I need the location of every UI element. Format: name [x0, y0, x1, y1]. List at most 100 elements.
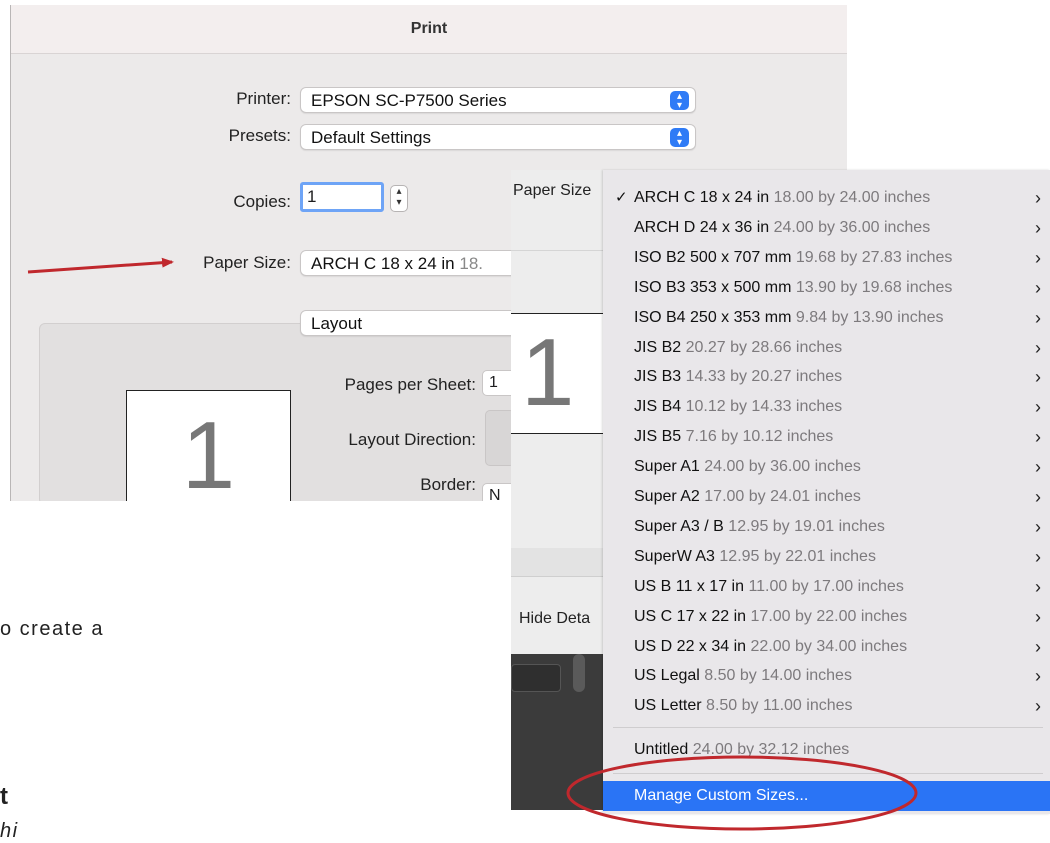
overlay-preview-number: 1 — [521, 319, 575, 426]
menu-item-name: JIS B4 — [634, 398, 682, 415]
menu-separator — [613, 727, 1043, 728]
menu-item-dims: 9.84 by 13.90 inches — [795, 309, 944, 326]
menu-item-dims: 17.00 by 24.01 inches — [704, 488, 861, 505]
menu-item-name: JIS B2 — [634, 339, 682, 356]
chevron-right-icon: › — [1035, 188, 1041, 208]
menu-item-dims: 24.00 by 36.00 inches — [773, 219, 931, 236]
paper-size-menu: ✓ ARCH C 18 x 24 in 18.00 by 24.00 inches… — [603, 170, 1050, 814]
menu-item-dims: 22.00 by 34.00 inches — [750, 638, 908, 655]
copies-label: Copies: — [233, 192, 291, 211]
paper-size-menu-item[interactable]: ✓US B 11 x 17 in 11.00 by 17.00 inches› — [603, 572, 1050, 602]
overlay-print-window: Paper Size 1 Hide Deta — [511, 170, 603, 810]
page-text-fragment-create: o create a — [0, 618, 104, 640]
paper-size-menu-item[interactable]: ✓ISO B2 500 x 707 mm 19.68 by 27.83 inch… — [603, 243, 1050, 273]
menu-item-name: SuperW A3 — [634, 548, 715, 565]
chevron-right-icon: › — [1035, 457, 1041, 477]
menu-item-dims: 12.95 by 22.01 inches — [719, 548, 876, 565]
hide-details-button[interactable]: Hide Deta — [519, 610, 590, 628]
chevron-right-icon: › — [1035, 607, 1041, 627]
paper-size-menu-item[interactable]: ✓Super A3 / B 12.95 by 19.01 inches› — [603, 512, 1050, 542]
paper-size-menu-item[interactable]: ✓ISO B3 353 x 500 mm 13.90 by 19.68 inch… — [603, 273, 1050, 303]
paper-size-menu-item[interactable]: ✓Super A1 24.00 by 36.00 inches› — [603, 452, 1050, 482]
chevron-right-icon: › — [1035, 338, 1041, 358]
menu-item-name: JIS B3 — [634, 368, 682, 385]
chevron-right-icon: › — [1035, 696, 1041, 716]
paper-size-menu-item[interactable]: ✓Super A2 17.00 by 24.01 inches› — [603, 482, 1050, 512]
menu-item-dims: 24.00 by 36.00 inches — [704, 458, 861, 475]
menu-item-name: ISO B2 500 x 707 mm — [634, 249, 792, 266]
paper-size-menu-item[interactable]: ✓JIS B3 14.33 by 20.27 inches› — [603, 362, 1050, 392]
border-label: Border: — [420, 475, 476, 494]
paper-size-menu-item[interactable]: ✓US Letter 8.50 by 11.00 inches› — [603, 691, 1050, 721]
copies-field[interactable]: 1 — [300, 182, 384, 212]
menu-item-name: Untitled — [634, 741, 689, 758]
menu-item-dims: 19.68 by 27.83 inches — [795, 249, 953, 266]
printer-popup[interactable]: EPSON SC-P7500 Series ▴ ▾ — [300, 87, 696, 113]
paper-size-menu-item[interactable]: ✓US D 22 x 34 in 22.00 by 34.00 inches› — [603, 632, 1050, 662]
paper-size-menu-item[interactable]: ✓JIS B5 7.16 by 10.12 inches› — [603, 422, 1050, 452]
overlay-scrollbar[interactable] — [573, 654, 585, 692]
menu-item-dims: 11.00 by 17.00 inches — [748, 578, 904, 595]
menu-item-dims: 20.27 by 28.66 inches — [685, 339, 843, 356]
paper-size-menu-item[interactable]: ✓JIS B2 20.27 by 28.66 inches› — [603, 333, 1050, 363]
paper-size-menu-item[interactable]: ✓ISO B4 250 x 353 mm 9.84 by 13.90 inche… — [603, 303, 1050, 333]
paper-size-menu-item[interactable]: ✓SuperW A3 12.95 by 22.01 inches› — [603, 542, 1050, 572]
menu-item-name: ISO B4 250 x 353 mm — [634, 309, 792, 326]
paper-size-menu-item[interactable]: ✓US C 17 x 22 in 17.00 by 22.00 inches› — [603, 602, 1050, 632]
menu-item-name: ARCH C 18 x 24 in — [634, 189, 770, 206]
paper-size-menu-item[interactable]: ✓JIS B4 10.12 by 14.33 inches› — [603, 392, 1050, 422]
dialog-title: Print — [11, 5, 847, 54]
menu-item-name: US Legal — [634, 667, 700, 684]
menu-item-name: US B 11 x 17 in — [634, 578, 744, 595]
menu-item-dims: 7.16 by 10.12 inches — [685, 428, 834, 445]
chevron-right-icon: › — [1035, 487, 1041, 507]
overlay-paper-size-label: Paper Size — [513, 182, 592, 199]
presets-value: Default Settings — [311, 128, 432, 147]
chevron-right-icon: › — [1035, 547, 1041, 567]
presets-label: Presets: — [228, 126, 291, 145]
printer-value: EPSON SC-P7500 Series — [311, 91, 507, 110]
paper-size-popup[interactable]: ARCH C 18 x 24 in 18. — [300, 250, 530, 276]
preview-page: 1 — [126, 390, 291, 501]
menu-item-name: US D 22 x 34 in — [634, 638, 747, 655]
menu-item-dims: 14.33 by 20.27 inches — [685, 368, 843, 385]
paper-size-menu-item[interactable]: ✓ARCH D 24 x 36 in 24.00 by 36.00 inches… — [603, 213, 1050, 243]
chevron-right-icon: › — [1035, 308, 1041, 328]
overlay-divider-3 — [511, 576, 603, 577]
menu-item-dims: 12.95 by 19.01 inches — [728, 518, 885, 535]
menu-separator — [613, 773, 1043, 774]
paper-size-menu-item[interactable]: ✓US Legal 8.50 by 14.00 inches› — [603, 661, 1050, 691]
menu-item-name: Super A2 — [634, 488, 700, 505]
presets-popup[interactable]: Default Settings ▴ ▾ — [300, 124, 696, 150]
up-down-chevron-icon: ▴ ▾ — [670, 91, 689, 111]
menu-item-name: JIS B5 — [634, 428, 682, 445]
chevron-right-icon: › — [1035, 577, 1041, 597]
page-text-fragment-bold: t — [0, 783, 10, 810]
paper-size-label: Paper Size: — [203, 253, 291, 272]
section-value: Layout — [311, 314, 363, 333]
menu-item-dims: 24.00 by 32.12 inches — [692, 741, 850, 758]
menu-item-name: ARCH D 24 x 36 in — [634, 219, 770, 236]
menu-item-name: US Letter — [634, 697, 702, 714]
menu-item-name: Super A3 / B — [634, 518, 724, 535]
menu-item-dims: 10.12 by 14.33 inches — [685, 398, 843, 415]
chevron-right-icon: › — [1035, 367, 1041, 387]
menu-item-dims: 17.00 by 22.00 inches — [750, 608, 908, 625]
menu-item-dims: 18.00 by 24.00 inches — [773, 189, 931, 206]
checkmark-icon: ✓ — [615, 189, 628, 206]
copies-stepper-icon[interactable]: ▴ ▾ — [390, 185, 408, 212]
chevron-right-icon: › — [1035, 248, 1041, 268]
chevron-right-icon: › — [1035, 397, 1041, 417]
section-popup[interactable]: Layout — [300, 310, 530, 336]
printer-label: Printer: — [236, 89, 291, 108]
menu-item-untitled[interactable]: Untitled 24.00 by 32.12 inches — [603, 735, 1050, 765]
paper-size-menu-item[interactable]: ✓ ARCH C 18 x 24 in 18.00 by 24.00 inches… — [603, 183, 1050, 213]
chevron-right-icon: › — [1035, 427, 1041, 447]
chevron-right-icon: › — [1035, 218, 1041, 238]
manage-custom-sizes-label: Manage Custom Sizes... — [634, 787, 809, 804]
paper-size-value: ARCH C 18 x 24 in — [311, 254, 455, 273]
manage-custom-sizes-item[interactable]: Manage Custom Sizes... — [603, 781, 1050, 811]
chevron-right-icon: › — [1035, 517, 1041, 537]
up-down-chevron-icon: ▴ ▾ — [670, 128, 689, 148]
chevron-right-icon: › — [1035, 637, 1041, 657]
